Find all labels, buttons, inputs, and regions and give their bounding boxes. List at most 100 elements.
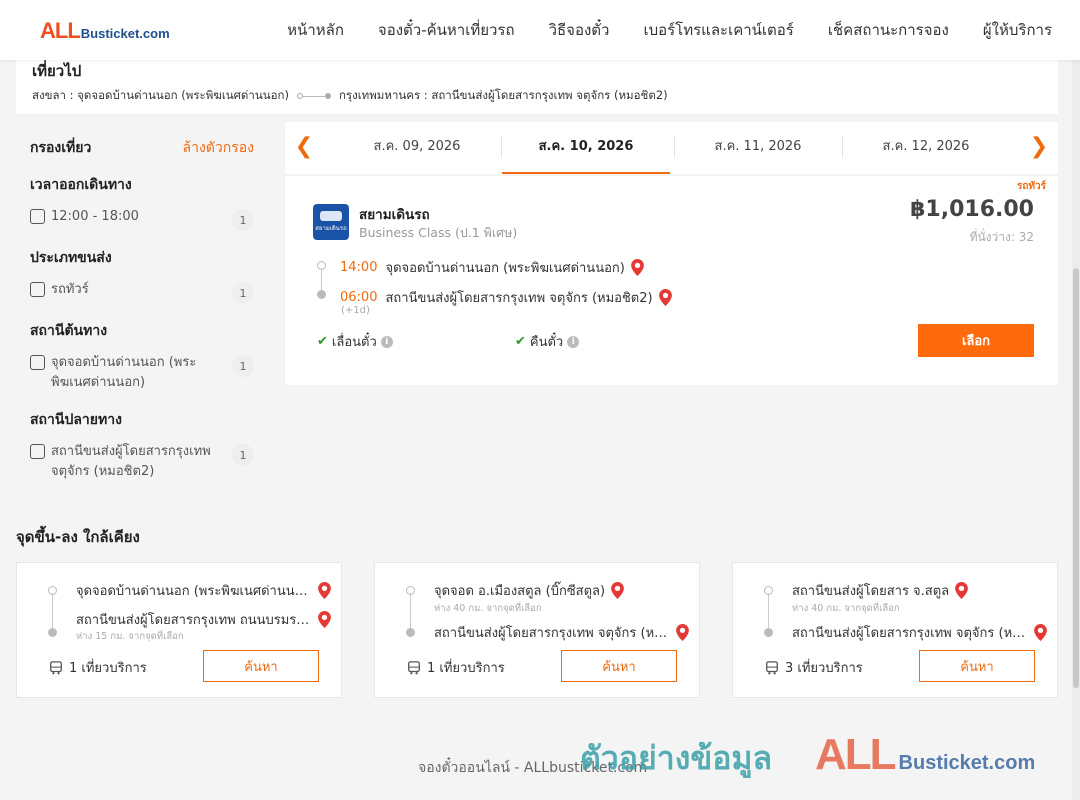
filter-checkbox[interactable] [30, 355, 45, 370]
check-icon: ✔ [515, 334, 526, 349]
nearby-search-button[interactable]: ค้นหา [203, 650, 319, 682]
filter-checkbox[interactable] [30, 444, 45, 459]
timeline-line [52, 593, 53, 629]
date-tab[interactable]: ส.ค. 12, 2026 [842, 122, 1010, 174]
main-nav: หน้าหลัก จองตั๋ว-ค้นหาเที่ยวรถ วิธีจองตั… [253, 0, 1052, 60]
map-pin-icon[interactable] [676, 624, 689, 641]
nav-contact-counters[interactable]: เบอร์โทรและเคาน์เตอร์ [643, 18, 793, 42]
filter-count-badge: 1 [232, 282, 254, 304]
filter-checkbox[interactable] [30, 209, 45, 224]
trip-result-card: รถทัวร์ สยามเดินรถ สยามเดินรถ Business C… [285, 176, 1058, 385]
trip-count-label: 3 เที่ยวบริการ [785, 661, 863, 676]
info-icon[interactable]: i [567, 335, 580, 348]
next-day-indicator: (+1d) [341, 305, 370, 316]
filter-title: กรองเที่ยว [30, 140, 92, 156]
nearby-search-button[interactable]: ค้นหา [561, 650, 677, 682]
map-pin-icon[interactable] [955, 582, 969, 599]
nav-check-booking[interactable]: เช็คสถานะการจอง [828, 18, 949, 42]
date-tab[interactable]: ส.ค. 11, 2026 [674, 122, 842, 174]
filter-panel: กรองเที่ยว ล้างตัวกรอง เวลาออกเดินทาง 12… [30, 138, 254, 482]
map-pin-icon[interactable] [630, 259, 644, 276]
transport-type-badge: รถทัวร์ [1016, 181, 1046, 192]
map-pin-icon[interactable] [318, 582, 331, 599]
arrival-time: 06:00 [340, 290, 378, 305]
logo-all: ALL [40, 18, 81, 43]
filter-section-title: ประเภทขนส่ง [30, 250, 112, 266]
nearby-origin: จุดจอด อ.เมืองสตูล (บิ๊กซีสตูล) [434, 580, 692, 601]
nav-book-search[interactable]: จองตั๋ว-ค้นหาเที่ยวรถ [378, 18, 515, 42]
bus-icon [766, 660, 778, 674]
nearby-destination-name: สถานีขนส่งผู้โดยสารกรุงเทพ จตุจักร (หมอช… [434, 626, 670, 641]
map-pin-icon[interactable] [1034, 624, 1047, 641]
clear-filters-link[interactable]: ล้างตัวกรอง [183, 137, 254, 159]
filter-option-label: 12:00 - 18:00 [51, 209, 139, 224]
nearby-destination: สถานีขนส่งผู้โดยสารกรุงเทพ จตุจักร (หมอช… [434, 622, 692, 643]
nearby-stops-title: จุดขึ้น-ลง ใกล้เคียง [16, 528, 140, 546]
operator-logo: สยามเดินรถ [313, 204, 349, 240]
scrollbar-thumb[interactable] [1073, 268, 1079, 688]
arrival-row: 06:00 สถานีขนส่งผู้โดยสารกรุงเทพ จตุจักร… [340, 287, 672, 308]
filter-section-title: สถานีต้นทาง [30, 323, 108, 339]
reschedule-policy: ✔ เลื่อนตั๋ว i [317, 331, 393, 352]
bus-icon [408, 660, 420, 674]
timeline-line [410, 593, 411, 629]
nearby-origin-name: จุดจอด อ.เมืองสตูล (บิ๊กซีสตูล) [434, 584, 606, 599]
info-icon[interactable]: i [380, 335, 393, 348]
filter-count-badge: 1 [232, 209, 254, 231]
refund-label: คืนตั๋ว [529, 335, 564, 350]
filter-destination-station: สถานีปลายทาง สถานีขนส่งผู้โดยสารกรุงเทพ … [30, 409, 254, 482]
trip-destination: กรุงเทพมหานคร : สถานีขนส่งผู้โดยสารกรุงเ… [338, 88, 668, 102]
bus-icon [320, 211, 342, 221]
filter-option-label: รถทัวร์ [51, 282, 89, 297]
nearby-search-button[interactable]: ค้นหา [919, 650, 1035, 682]
map-pin-icon[interactable] [611, 582, 624, 599]
nearby-origin-name: จุดจอดบ้านด่านนอก (พระพิฆเนศด่านนอก) [76, 584, 312, 599]
chevron-right-icon[interactable]: ❯ [1024, 132, 1054, 162]
nearby-origin: จุดจอดบ้านด่านนอก (พระพิฆเนศด่านนอก) [76, 580, 334, 601]
watermark-logo: ALL Busticket.com [815, 730, 1035, 780]
filter-transport-type: ประเภทขนส่ง รถทัวร์ 1 [30, 247, 254, 304]
filter-count-badge: 1 [232, 444, 254, 466]
nearby-distance: ห่าง 40 กม. จากจุดที่เลือก [434, 603, 542, 614]
map-pin-icon[interactable] [658, 289, 672, 306]
filter-section-title: สถานีปลายทาง [30, 412, 122, 428]
nearby-origin: สถานีขนส่งผู้โดยสาร จ.สตูล [792, 580, 1050, 601]
date-tab[interactable]: ส.ค. 09, 2026 [333, 122, 501, 174]
filter-header: กรองเที่ยว ล้างตัวกรอง [30, 138, 254, 158]
operator-logo-text: สยามเดินรถ [315, 225, 347, 232]
timeline-line [768, 593, 769, 629]
refund-policy: ✔ คืนตั๋ว i [515, 331, 580, 352]
reschedule-label: เลื่อนตั๋ว [331, 335, 377, 350]
seats-available: ที่นั่งว่าง: 32 [969, 230, 1034, 244]
date-tab-active[interactable]: ส.ค. 10, 2026 [502, 122, 670, 174]
trip-origin: สงขลา : จุดจอดบ้านด่านนอก (พระพิฆเนศด่าน… [32, 88, 289, 102]
timeline-end-dot [317, 290, 326, 299]
site-logo[interactable]: ALL Busticket.com [40, 18, 170, 44]
filter-checkbox[interactable] [30, 282, 45, 297]
filter-option[interactable]: จุดจอดบ้านด่านนอก (พระพิฆเนศด่านนอก) 1 [30, 353, 254, 393]
nearby-distance: ห่าง 40 กม. จากจุดที่เลือก [792, 603, 900, 614]
filter-option[interactable]: สถานีขนส่งผู้โดยสารกรุงเทพ จตุจักร (หมอช… [30, 442, 254, 482]
nearby-destination-name: สถานีขนส่งผู้โดยสารกรุงเทพ จตุจักร (หมอช… [792, 626, 1028, 641]
nearby-trip-count: 1 เที่ยวบริการ [49, 657, 147, 678]
departure-time: 14:00 [340, 260, 378, 275]
nav-how-to-book[interactable]: วิธีจองตั๋ว [549, 18, 610, 42]
nav-operators[interactable]: ผู้ให้บริการ [983, 18, 1052, 42]
nearby-trip-count: 3 เที่ยวบริการ [765, 657, 863, 678]
departure-station: จุดจอดบ้านด่านนอก (พระพิฆเนศด่านนอก) [385, 261, 625, 276]
ticket-price: ฿1,016.00 [910, 197, 1034, 222]
bus-icon [50, 660, 62, 674]
filter-origin-station: สถานีต้นทาง จุดจอดบ้านด่านนอก (พระพิฆเนศ… [30, 320, 254, 393]
chevron-left-icon[interactable]: ❮ [289, 132, 319, 162]
nearby-route-card: จุดจอดบ้านด่านนอก (พระพิฆเนศด่านนอก) สถา… [16, 562, 342, 698]
filter-option[interactable]: รถทัวร์ 1 [30, 280, 254, 304]
top-navigation-bar: ALL Busticket.com หน้าหลัก จองตั๋ว-ค้นหา… [0, 0, 1080, 60]
nearby-destination: สถานีขนส่งผู้โดยสารกรุงเทพ จตุจักร (หมอช… [792, 622, 1050, 643]
watermark-logo-all: ALL [815, 730, 897, 779]
nearby-trip-count: 1 เที่ยวบริการ [407, 657, 505, 678]
select-trip-button[interactable]: เลือก [918, 324, 1034, 357]
nav-home[interactable]: หน้าหลัก [287, 18, 344, 42]
map-pin-icon[interactable] [318, 611, 331, 628]
filter-section-title: เวลาออกเดินทาง [30, 177, 132, 193]
filter-option[interactable]: 12:00 - 18:00 1 [30, 207, 254, 231]
